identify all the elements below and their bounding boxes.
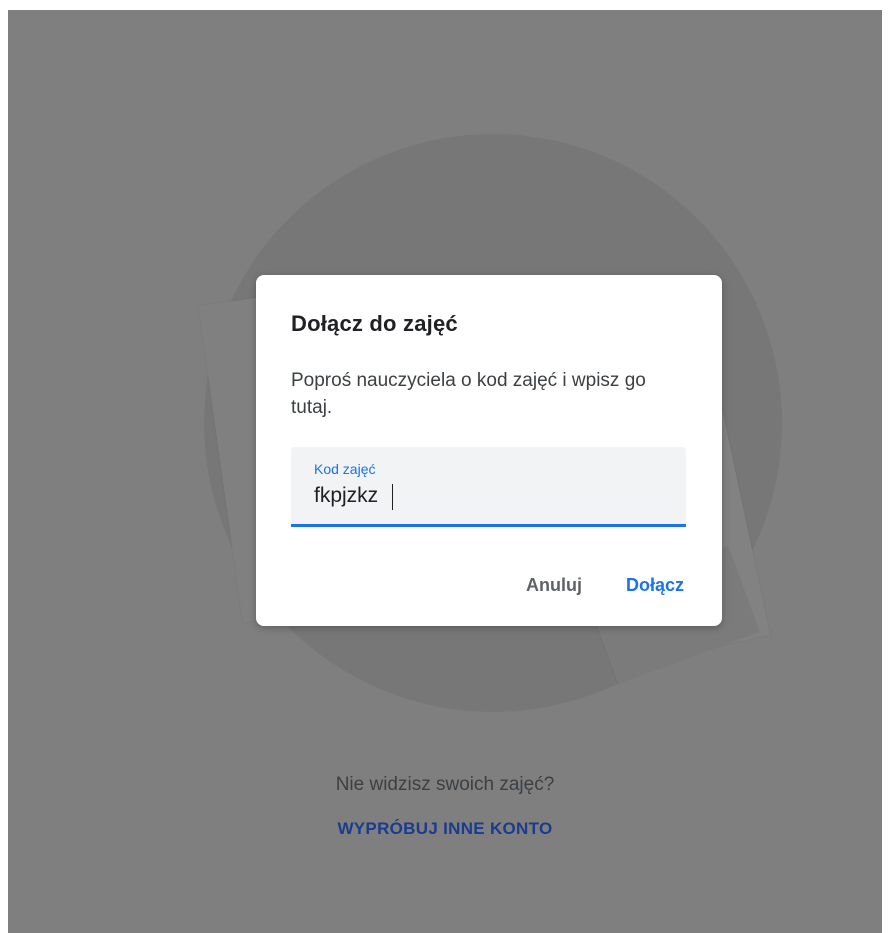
cancel-button[interactable]: Anuluj	[526, 575, 582, 596]
text-cursor	[392, 484, 393, 510]
page-background: Dołącz do zajęć Poproś nauczyciela o kod…	[8, 10, 882, 933]
join-button[interactable]: Dołącz	[626, 575, 684, 596]
switch-account-link[interactable]: WYPRÓBUJ INNE KONTO	[337, 819, 552, 838]
join-class-dialog: Dołącz do zajęć Poproś nauczyciela o kod…	[256, 275, 722, 626]
dialog-title: Dołącz do zajęć	[291, 311, 458, 336]
no-classes-prompt: Nie widzisz swoich zajęć?	[335, 774, 555, 795]
class-code-label: Kod zajęć	[314, 461, 376, 477]
class-code-input[interactable]	[314, 481, 654, 511]
class-code-field[interactable]: Kod zajęć	[291, 447, 686, 527]
switch-account-row: WYPRÓBUJ INNE KONTO	[8, 819, 882, 839]
dialog-description: Poproś nauczyciela o kod zajęć i wpisz g…	[291, 370, 646, 418]
